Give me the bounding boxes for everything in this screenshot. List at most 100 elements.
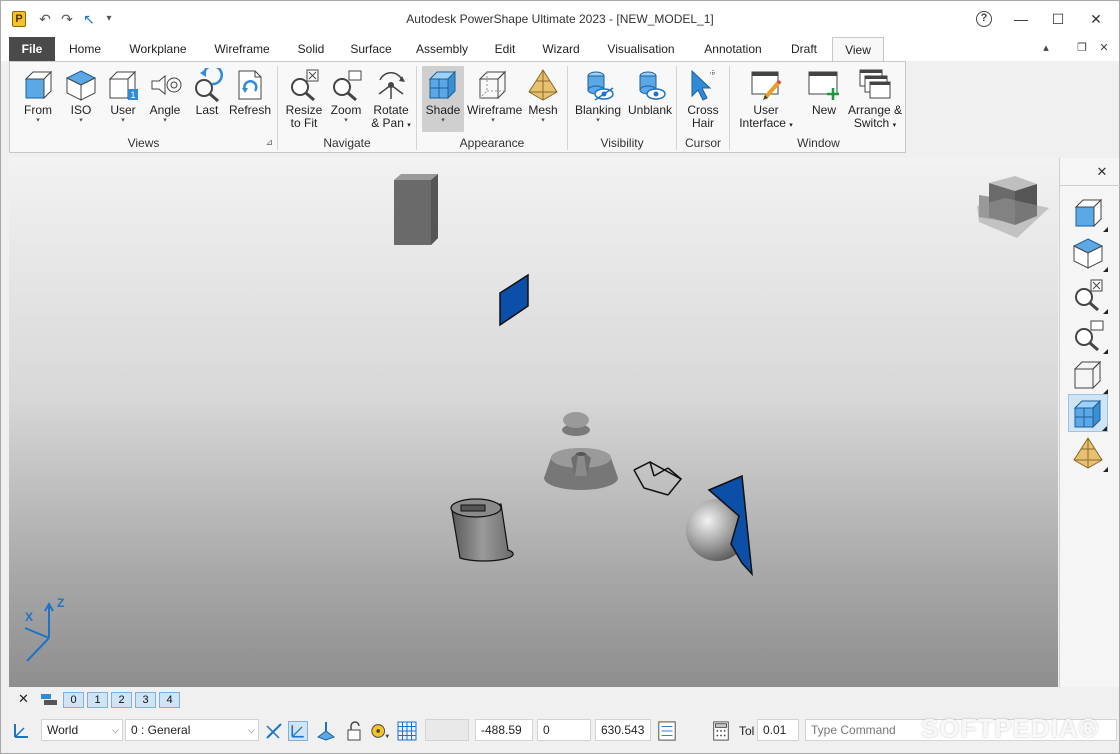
wireframe-label: Wireframe xyxy=(467,103,523,117)
wireframe-curve[interactable] xyxy=(633,461,683,496)
sidebar-shade-button[interactable] xyxy=(1068,394,1108,432)
sidebar-view-from-button[interactable] xyxy=(1068,194,1108,232)
small-cap-solid[interactable] xyxy=(562,412,590,436)
iso-button[interactable]: ISO ▾ xyxy=(61,66,101,132)
blue-plane-surface[interactable] xyxy=(499,273,529,327)
resize-to-fit-button[interactable]: Resize to Fit xyxy=(284,66,324,132)
angle-button[interactable]: Angle ▾ xyxy=(145,66,185,132)
level-2-button[interactable]: 2 xyxy=(111,692,132,708)
group-navigate: Resize to Fit Zoom ▾ Rotate & Pan ▾ Navi… xyxy=(278,62,416,154)
flyout-icon xyxy=(1103,309,1108,314)
flyout-icon xyxy=(1103,227,1108,232)
shade-button[interactable]: Shade ▾ xyxy=(422,66,464,132)
mesh-icon xyxy=(528,69,558,101)
tab-wireframe[interactable]: Wireframe xyxy=(207,37,277,61)
calculator-icon[interactable] xyxy=(711,721,731,741)
from-dropdown-icon: ▾ xyxy=(36,117,40,124)
ui-label-2: Interface ▾ xyxy=(736,117,796,132)
pin-ribbon-icon[interactable]: ▴ xyxy=(1039,41,1053,54)
view-cube-icon[interactable] xyxy=(977,176,1049,238)
tab-draft[interactable]: Draft xyxy=(783,37,825,61)
ribbon-tabs: File Home Workplane Wireframe Solid Surf… xyxy=(1,37,1119,62)
level-select[interactable]: 0 : General ⌵ xyxy=(125,719,259,741)
unblank-icon xyxy=(639,71,666,100)
tab-annotation[interactable]: Annotation xyxy=(695,37,771,61)
cross-label-2: Hair xyxy=(691,116,714,130)
tab-assembly[interactable]: Assembly xyxy=(409,37,475,61)
views-dialog-launcher-icon[interactable]: ⊿ xyxy=(265,137,273,148)
help-icon[interactable]: ? xyxy=(976,11,992,27)
cylinder-solid[interactable] xyxy=(450,498,514,562)
user-interface-button[interactable]: User Interface ▾ xyxy=(736,66,796,132)
smart-cursor-icon[interactable] xyxy=(288,721,308,741)
workplane-axes-icon xyxy=(14,724,28,738)
new-window-button[interactable]: New xyxy=(804,66,844,132)
tab-edit[interactable]: Edit xyxy=(485,37,525,61)
close-view-toolbar-icon[interactable]: ✕ xyxy=(1094,164,1110,180)
blanking-dropdown-icon: ▾ xyxy=(596,117,600,124)
cone-frustum-solid[interactable] xyxy=(544,448,618,490)
wireframe-button[interactable]: Wireframe ▾ xyxy=(467,66,523,132)
sidebar-wireframe-button[interactable] xyxy=(1068,356,1108,394)
unblank-button[interactable]: Unblank xyxy=(626,66,674,132)
level-0-button[interactable]: 0 xyxy=(63,692,84,708)
rotate-pan-button[interactable]: Rotate & Pan ▾ xyxy=(368,66,414,132)
x-coordinate-field[interactable]: -488.59 xyxy=(475,719,533,741)
from-button[interactable]: From ▾ xyxy=(18,66,58,132)
user-view-button[interactable]: 1 User ▾ xyxy=(103,66,143,132)
level-3-button[interactable]: 3 xyxy=(135,692,156,708)
tolerance-field[interactable]: 0.01 xyxy=(757,719,799,741)
level-4-button[interactable]: 4 xyxy=(159,692,180,708)
cross-hair-icon xyxy=(691,69,716,101)
tab-visualisation[interactable]: Visualisation xyxy=(597,37,685,61)
mesh-button[interactable]: Mesh ▾ xyxy=(523,66,563,132)
arrange-switch-button[interactable]: Arrange & Switch ▾ xyxy=(846,66,904,132)
restore-document-icon[interactable]: ❐ xyxy=(1075,41,1089,54)
sidebar-mesh-button[interactable] xyxy=(1068,434,1108,472)
levels-icon[interactable] xyxy=(41,694,57,706)
tab-surface[interactable]: Surface xyxy=(343,37,399,61)
principal-plane-icon[interactable] xyxy=(264,721,284,741)
model-scene: Z X xyxy=(24,174,1049,662)
minimize-button[interactable]: — xyxy=(1011,9,1031,29)
grid-icon[interactable] xyxy=(397,721,417,741)
snap-settings-icon[interactable] xyxy=(370,721,390,741)
graphics-viewport[interactable]: Z X xyxy=(9,158,1058,687)
tab-view[interactable]: View xyxy=(832,37,884,62)
close-level-bar-icon[interactable]: ✕ xyxy=(18,691,29,707)
workplane-select[interactable]: World ⌵ xyxy=(41,719,123,741)
title-bar: P ↶ ↷ ↖ ▾ Autodesk PowerShape Ultimate 2… xyxy=(1,1,1119,37)
group-visibility: Blanking ▾ Unblank Visibility xyxy=(568,62,676,154)
angle-dropdown-icon: ▾ xyxy=(163,117,167,124)
plane-z-icon[interactable] xyxy=(316,721,336,741)
lock-icon[interactable] xyxy=(344,721,364,741)
box-solid[interactable] xyxy=(394,174,438,245)
last-view-button[interactable]: Last xyxy=(187,66,227,132)
tab-wizard[interactable]: Wizard xyxy=(533,37,589,61)
sidebar-resize-to-fit-button[interactable] xyxy=(1068,276,1108,314)
tab-home[interactable]: Home xyxy=(61,37,109,61)
z-coordinate-field[interactable]: 630.543 xyxy=(595,719,651,741)
user-interface-icon xyxy=(751,71,782,100)
cross-hair-button[interactable]: Cross Hair xyxy=(683,66,723,132)
sidebar-iso-button[interactable] xyxy=(1068,234,1108,272)
blanking-button[interactable]: Blanking ▾ xyxy=(572,66,624,132)
level-1-button[interactable]: 1 xyxy=(87,692,108,708)
sidebar-zoom-button[interactable] xyxy=(1068,316,1108,354)
tab-workplane[interactable]: Workplane xyxy=(119,37,197,61)
zoom-button[interactable]: Zoom ▾ xyxy=(326,66,366,132)
tab-file[interactable]: File xyxy=(9,37,55,61)
maximize-button[interactable]: ☐ xyxy=(1048,9,1068,29)
zoom-icon xyxy=(1075,320,1104,352)
wireframe-icon xyxy=(478,70,507,100)
coordinate-entry-icon[interactable] xyxy=(657,721,677,741)
shade-icon xyxy=(1073,399,1102,429)
flyout-icon xyxy=(1103,467,1108,472)
last-label: Last xyxy=(195,103,219,117)
refresh-button[interactable]: Refresh xyxy=(228,66,272,132)
y-coordinate-field[interactable]: 0 xyxy=(537,719,591,741)
close-document-icon[interactable]: ✕ xyxy=(1097,41,1111,54)
flyout-icon xyxy=(1103,267,1108,272)
close-button[interactable]: ✕ xyxy=(1086,9,1106,29)
tab-solid[interactable]: Solid xyxy=(287,37,335,61)
